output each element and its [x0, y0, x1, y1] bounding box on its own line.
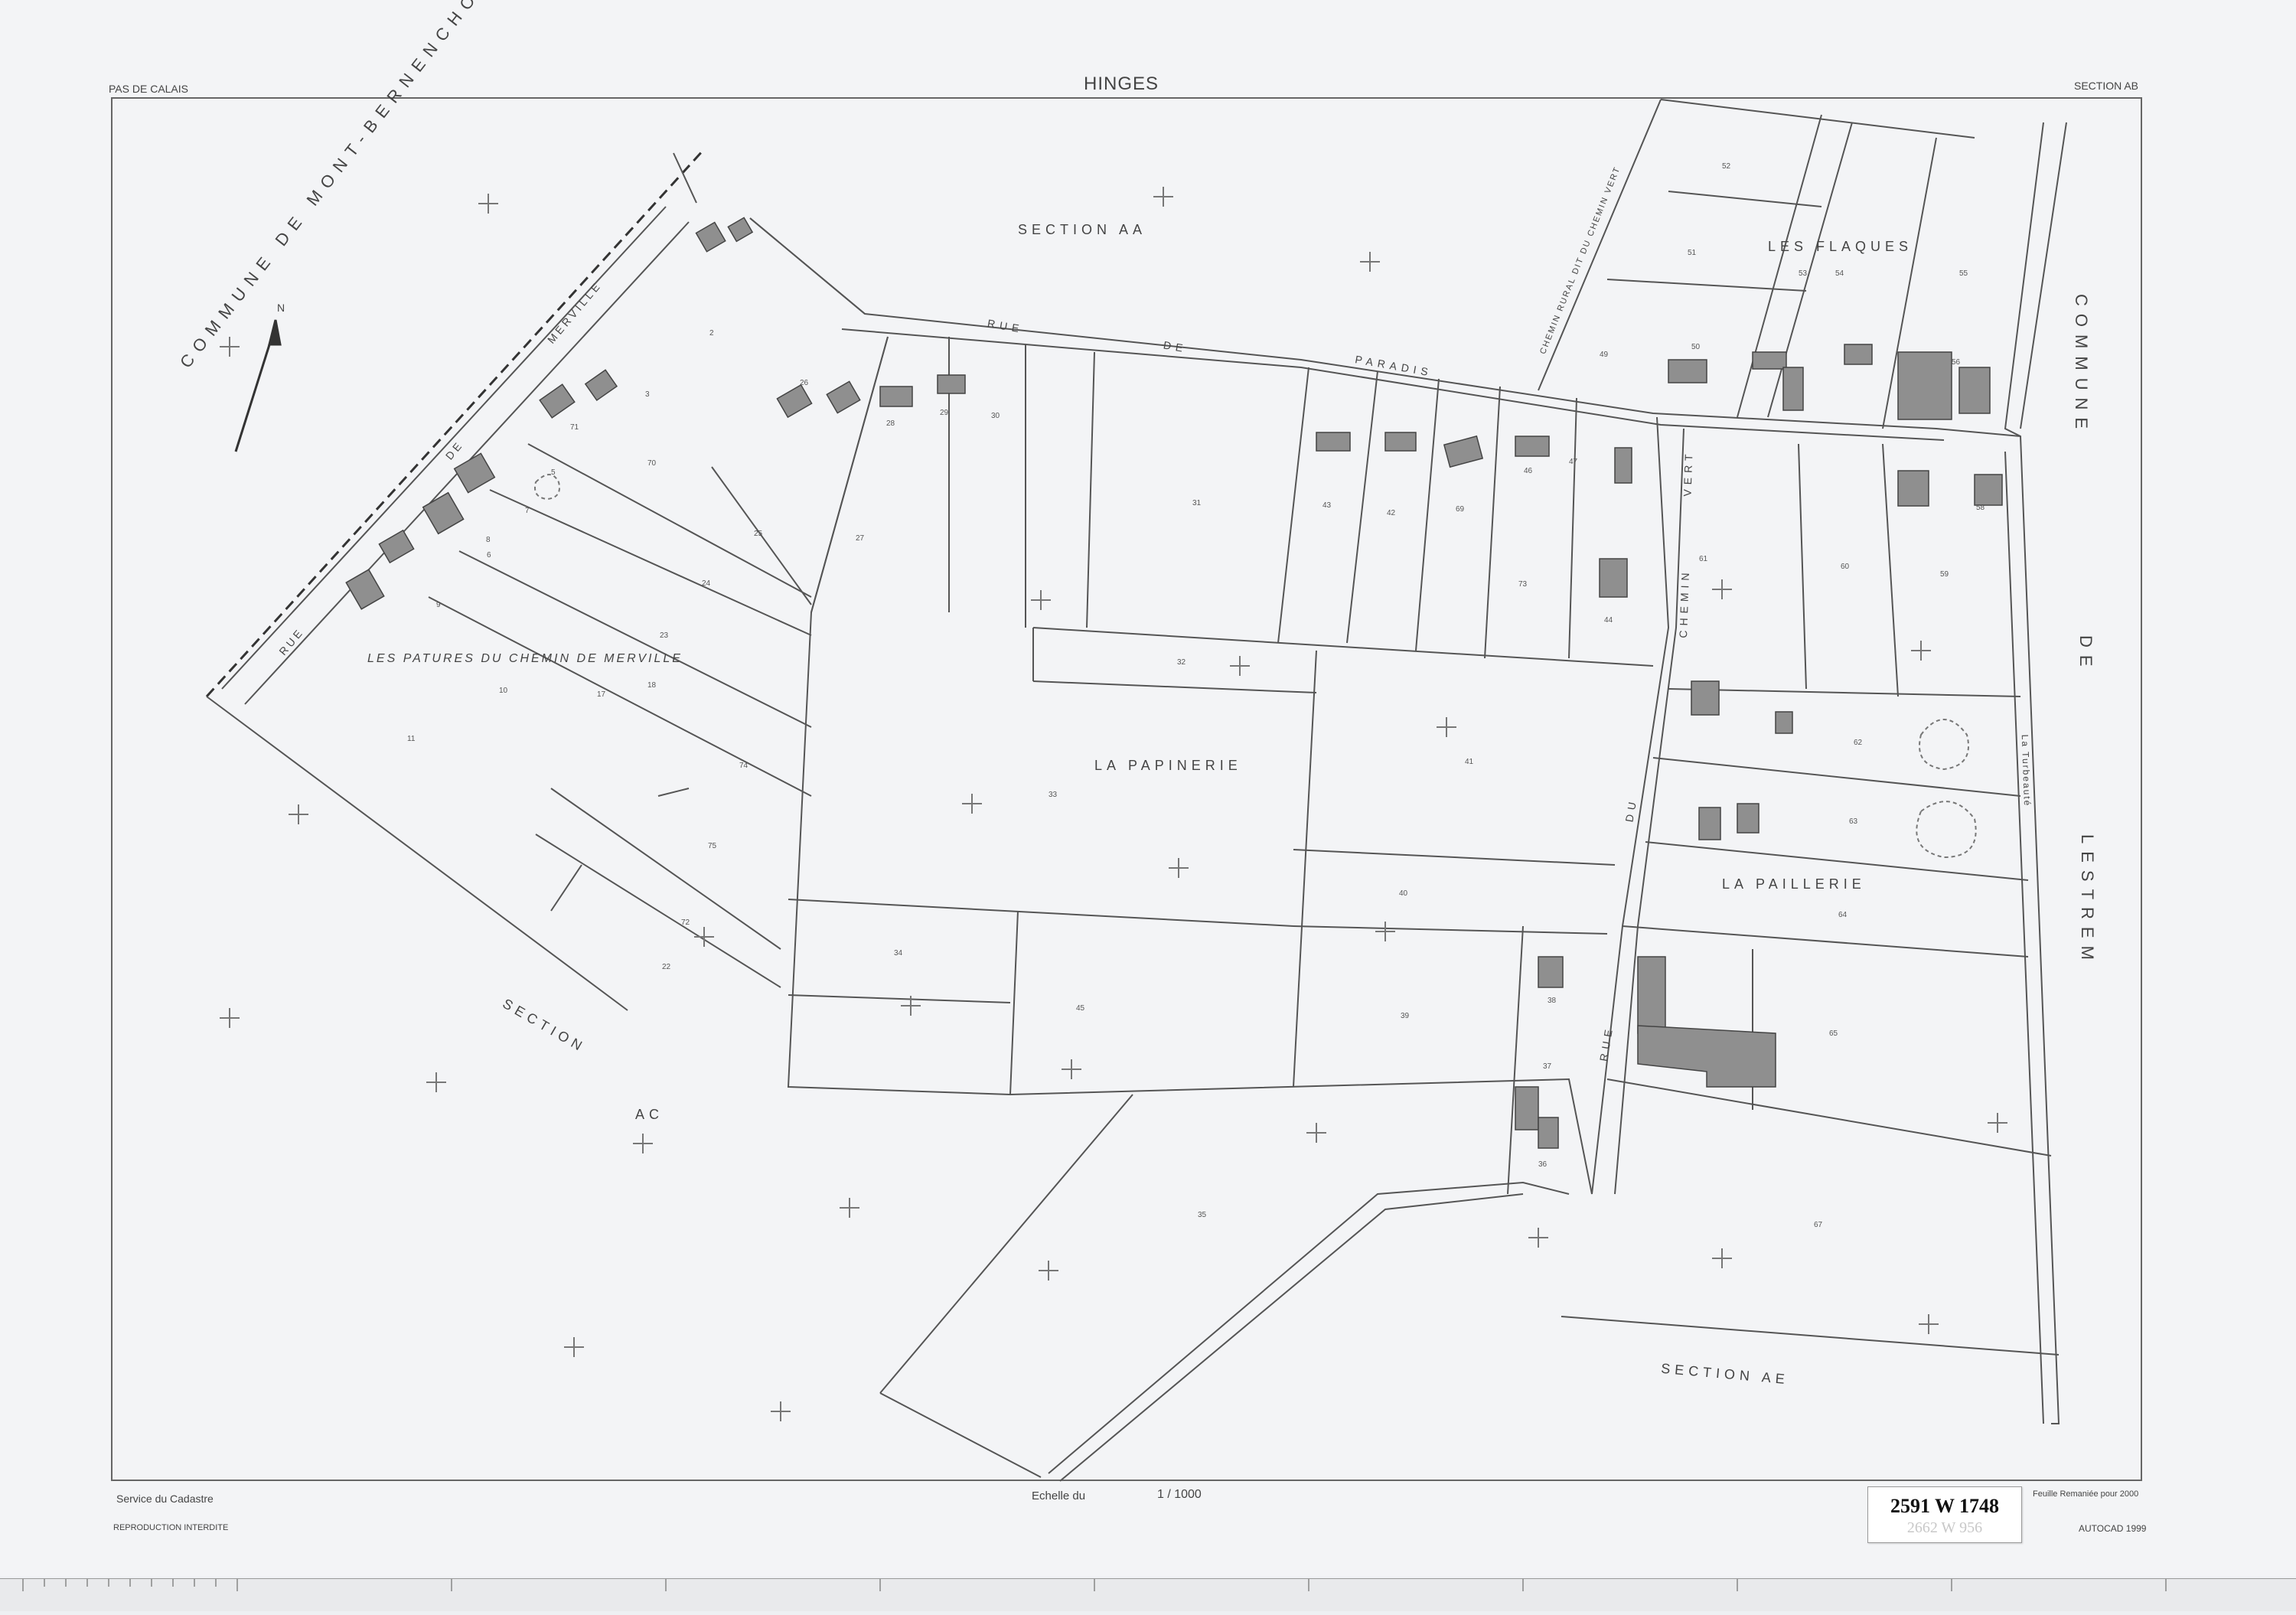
les-flaques-label: LES FLAQUES — [1768, 239, 1913, 254]
parcel-number: 22 — [662, 963, 671, 971]
parcel-number: 70 — [647, 459, 657, 468]
parcel-number: 17 — [597, 690, 606, 699]
parcel-number: 54 — [1835, 269, 1844, 278]
parcel-number: 39 — [1401, 1012, 1410, 1020]
parcel-number: 30 — [991, 412, 1000, 420]
parcel-number: 40 — [1399, 889, 1408, 898]
parcel-number: 9 — [436, 601, 441, 609]
parcel-number: 26 — [800, 379, 809, 387]
la-paillerie-label: LA PAILLERIE — [1722, 876, 1866, 892]
department-label: PAS DE CALAIS — [109, 83, 189, 95]
parcel-number: 61 — [1699, 555, 1708, 563]
section-ac-label-2: AC — [635, 1107, 664, 1122]
parcel-number: 47 — [1569, 458, 1578, 466]
scale-value: 1 / 1000 — [1157, 1488, 1202, 1501]
parcel-number: 58 — [1976, 504, 1985, 512]
parcel-number: 5 — [551, 468, 556, 477]
section-label: SECTION AB — [2074, 80, 2139, 92]
measuring-ruler — [0, 1578, 2296, 1611]
parcel-number: 6 — [487, 551, 491, 560]
parcel-number: 44 — [1604, 616, 1613, 625]
parcel-number: 45 — [1076, 1004, 1085, 1013]
parcel-number: 37 — [1543, 1062, 1552, 1071]
parcel-number: 71 — [570, 423, 579, 432]
parcel-number: 42 — [1387, 509, 1396, 517]
north-arrow-icon — [234, 319, 282, 452]
parcel-number: 51 — [1688, 249, 1697, 257]
parcel-number: 63 — [1849, 817, 1858, 826]
parcel-number: 35 — [1198, 1211, 1207, 1219]
parcel-number: 50 — [1691, 343, 1701, 351]
commune-lestrem-label-1: COMMUNE — [2072, 294, 2091, 437]
parcel-number: 43 — [1322, 501, 1332, 510]
map-frame — [111, 97, 2142, 1481]
parcel-number: 36 — [1538, 1160, 1548, 1169]
parcel-number: 3 — [645, 390, 650, 399]
parcel-number: 8 — [486, 536, 491, 544]
section-aa-label: SECTION AA — [1018, 222, 1147, 237]
parcel-number: 69 — [1456, 505, 1465, 514]
parcel-number: 62 — [1854, 739, 1863, 747]
parcel-number: 25 — [754, 530, 763, 538]
reproduction-notice: REPRODUCTION INTERDITE — [113, 1523, 229, 1532]
north-label: N — [277, 302, 285, 314]
commune-lestrem-label-2: DE — [2076, 635, 2095, 674]
parcel-number: 46 — [1524, 467, 1533, 475]
parcel-number: 24 — [702, 579, 711, 588]
parcel-number: 52 — [1722, 162, 1731, 171]
parcel-number: 72 — [681, 918, 690, 927]
ruler-ticks — [22, 1579, 2167, 1591]
scale-label: Echelle du — [1032, 1489, 1086, 1502]
parcel-number: 23 — [660, 631, 669, 640]
parcel-number: 27 — [856, 534, 865, 543]
cadastral-map-sheet: PAS DE CALAIS HINGES SECTION AB COMMUNE … — [0, 0, 2296, 1577]
parcel-number: 75 — [708, 842, 717, 850]
parcel-number: 38 — [1548, 997, 1557, 1005]
parcel-number: 33 — [1049, 791, 1058, 799]
parcel-number: 74 — [739, 762, 748, 770]
parcel-number: 64 — [1838, 911, 1848, 919]
parcel-number: 56 — [1952, 358, 1961, 367]
parcel-number: 32 — [1177, 658, 1186, 667]
parcel-number: 31 — [1192, 499, 1202, 507]
parcel-number: 60 — [1841, 563, 1850, 571]
parcel-number: 67 — [1814, 1221, 1823, 1229]
map-drawing — [111, 97, 2142, 1482]
parcel-number: 10 — [499, 687, 508, 695]
parcel-number: 53 — [1799, 269, 1808, 278]
parcel-number: 73 — [1518, 580, 1528, 589]
parcel-number: 11 — [407, 735, 416, 743]
parcel-number: 41 — [1465, 758, 1474, 766]
parcel-number: 29 — [940, 409, 949, 417]
chemin-vert-word-2: VERT — [1681, 449, 1695, 497]
parcel-number: 59 — [1940, 570, 1949, 579]
chemin-vert-word-1: CHEMIN — [1677, 568, 1692, 638]
parcel-number: 65 — [1829, 1029, 1838, 1038]
la-papinerie-label: LA PAPINERIE — [1094, 758, 1242, 773]
parcel-number: 28 — [886, 419, 895, 428]
archive-reference: 2591 W 1748 — [1890, 1495, 2000, 1517]
parcel-number: 55 — [1959, 269, 1968, 278]
parcel-number: 2 — [709, 329, 714, 338]
parcel-number: 7 — [525, 507, 530, 515]
parcel-number: 49 — [1600, 351, 1609, 359]
parcel-number: 34 — [894, 949, 903, 958]
old-archive-reference: 2662 W 956 — [1906, 1519, 1983, 1536]
parcel-number: 18 — [647, 681, 657, 690]
edition-note: Feuille Remaniée pour 2000 — [2033, 1489, 2139, 1499]
service-label: Service du Cadastre — [116, 1493, 214, 1505]
commune-lestrem-label-3: LESTREM — [2078, 834, 2097, 967]
les-patures-label: LES PATURES DU CHEMIN DE MERVILLE — [367, 652, 683, 665]
software-note: AUTOCAD 1999 — [2079, 1523, 2147, 1534]
commune-title: HINGES — [1084, 73, 1159, 94]
archive-reference-label: 2591 W 1748 2662 W 956 — [1867, 1486, 2022, 1543]
